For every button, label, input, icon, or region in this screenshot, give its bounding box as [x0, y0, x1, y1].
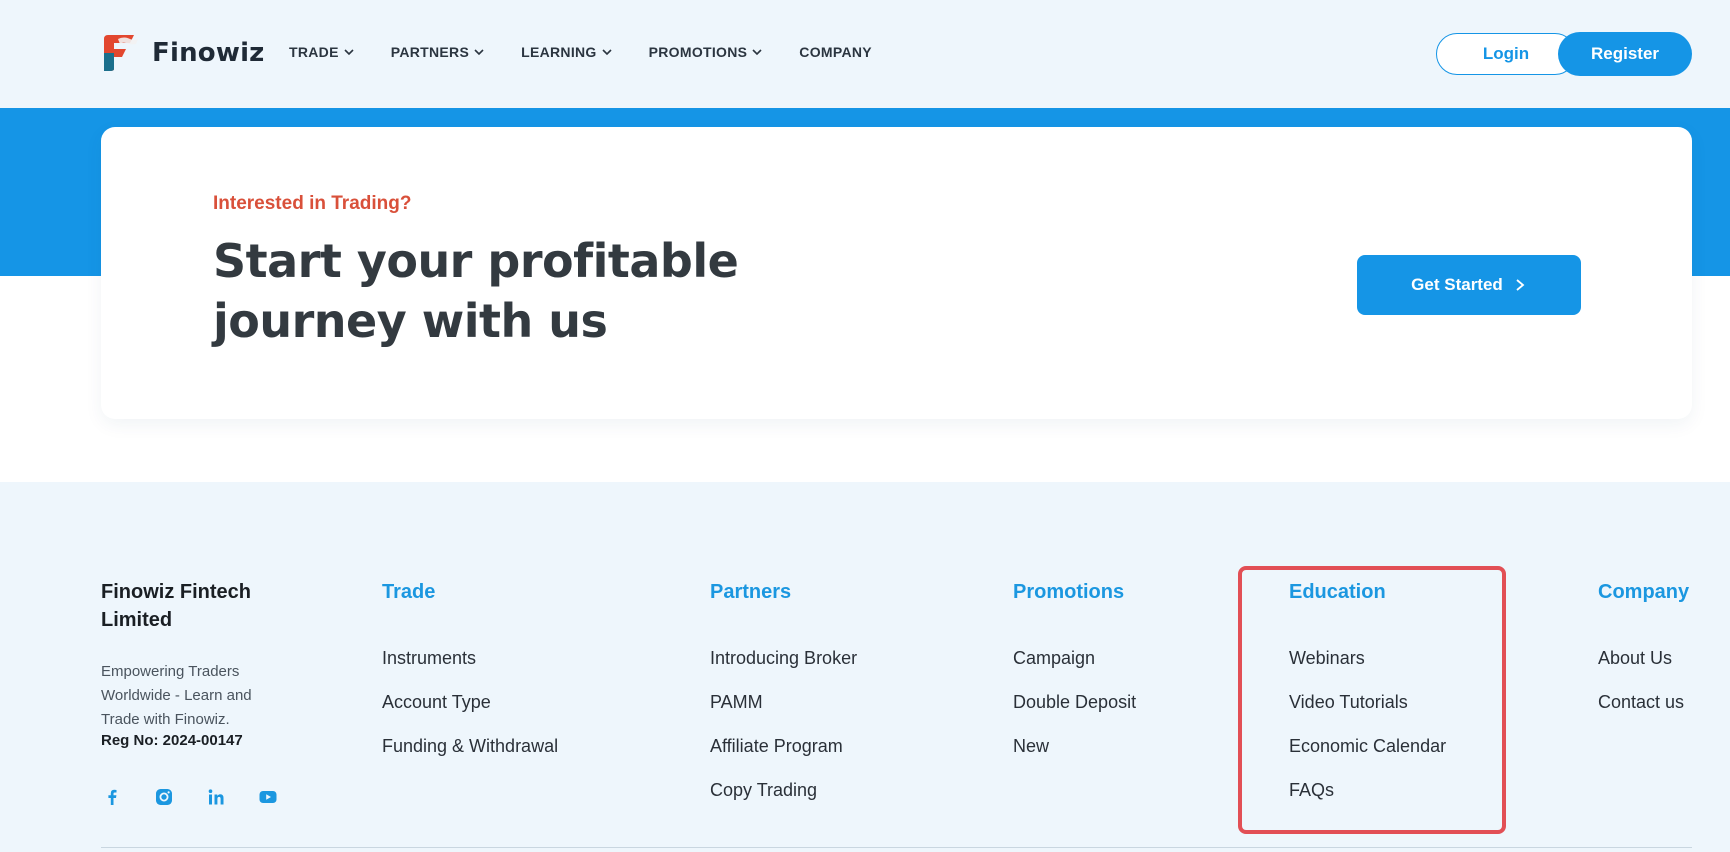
chevron-down-icon	[602, 49, 612, 56]
nav-learning[interactable]: LEARNING	[521, 44, 613, 60]
footer-link-instruments[interactable]: Instruments	[382, 646, 558, 670]
chevron-down-icon	[344, 49, 354, 56]
footer-reg-number: Reg No: 2024-00147	[101, 732, 243, 749]
instagram-icon[interactable]	[153, 786, 175, 808]
footer-col-trade: Trade Instruments Account Type Funding &…	[382, 578, 558, 758]
footer-link-video-tutorials[interactable]: Video Tutorials	[1289, 690, 1446, 714]
nav-partners-label: PARTNERS	[390, 44, 470, 60]
chevron-right-icon	[1516, 279, 1525, 291]
footer-col-heading: Company	[1598, 581, 1690, 603]
chevron-down-icon	[474, 49, 484, 56]
chevron-down-icon	[752, 49, 762, 56]
cta-card: Interested in Trading? Start your profit…	[101, 127, 1692, 419]
footer-link-faqs[interactable]: FAQs	[1289, 778, 1446, 802]
cta-title: Start your profitable journey with us	[213, 234, 739, 348]
nav-promotions-label: PROMOTIONS	[648, 44, 748, 60]
footer-link-introducing-broker[interactable]: Introducing Broker	[710, 646, 857, 670]
facebook-icon[interactable]	[101, 786, 123, 808]
nav-trade[interactable]: TRADE	[289, 44, 355, 60]
footer-link-contact-us[interactable]: Contact us	[1598, 690, 1689, 714]
finowiz-logo-icon	[100, 33, 142, 73]
site-footer: Finowiz Fintech Limited Empowering Trade…	[0, 482, 1730, 852]
site-header: Finowiz TRADE PARTNERS LEARNING PROMOTIO…	[0, 0, 1730, 108]
footer-col-promotions: Promotions Campaign Double Deposit New	[1013, 578, 1136, 758]
footer-divider	[101, 847, 1692, 848]
footer-link-double-deposit[interactable]: Double Deposit	[1013, 690, 1136, 714]
footer-col-education: Education Webinars Video Tutorials Econo…	[1289, 578, 1446, 802]
brand-name: Finowiz	[152, 38, 265, 68]
get-started-button[interactable]: Get Started	[1357, 255, 1581, 315]
nav-learning-label: LEARNING	[521, 44, 597, 60]
footer-col-company: Company About Us Contact us	[1598, 578, 1689, 714]
cta-eyebrow: Interested in Trading?	[213, 193, 412, 214]
linkedin-icon[interactable]	[205, 786, 227, 808]
login-button[interactable]: Login	[1436, 33, 1576, 75]
footer-col-heading: Partners	[710, 581, 792, 603]
main-nav: TRADE PARTNERS LEARNING PROMOTIONS COMPA…	[289, 44, 872, 60]
footer-link-pamm[interactable]: PAMM	[710, 690, 857, 714]
footer-link-campaign[interactable]: Campaign	[1013, 646, 1136, 670]
footer-col-heading: Education	[1289, 581, 1386, 603]
youtube-icon[interactable]	[257, 786, 279, 808]
footer-col-partners: Partners Introducing Broker PAMM Affilia…	[710, 578, 857, 802]
register-button[interactable]: Register	[1558, 32, 1692, 76]
nav-trade-label: TRADE	[289, 44, 339, 60]
get-started-label: Get Started	[1411, 275, 1503, 294]
footer-col-heading: Promotions	[1013, 581, 1125, 603]
footer-link-copy-trading[interactable]: Copy Trading	[710, 778, 857, 802]
nav-company-label: COMPANY	[799, 44, 872, 60]
nav-company[interactable]: COMPANY	[799, 44, 872, 60]
brand-logo[interactable]: Finowiz	[100, 33, 265, 73]
footer-link-new[interactable]: New	[1013, 734, 1136, 758]
nav-promotions[interactable]: PROMOTIONS	[649, 44, 764, 60]
footer-company-name: Finowiz Fintech Limited	[101, 581, 251, 631]
footer-link-about-us[interactable]: About Us	[1598, 646, 1689, 670]
footer-link-affiliate-program[interactable]: Affiliate Program	[710, 734, 857, 758]
footer-link-account-type[interactable]: Account Type	[382, 690, 558, 714]
nav-partners[interactable]: PARTNERS	[391, 44, 485, 60]
footer-link-funding-withdrawal[interactable]: Funding & Withdrawal	[382, 734, 558, 758]
social-links	[101, 786, 279, 808]
footer-link-webinars[interactable]: Webinars	[1289, 646, 1446, 670]
footer-col-heading: Trade	[382, 581, 436, 603]
footer-link-economic-calendar[interactable]: Economic Calendar	[1289, 734, 1446, 758]
footer-description: Empowering Traders Worldwide - Learn and…	[101, 663, 252, 728]
